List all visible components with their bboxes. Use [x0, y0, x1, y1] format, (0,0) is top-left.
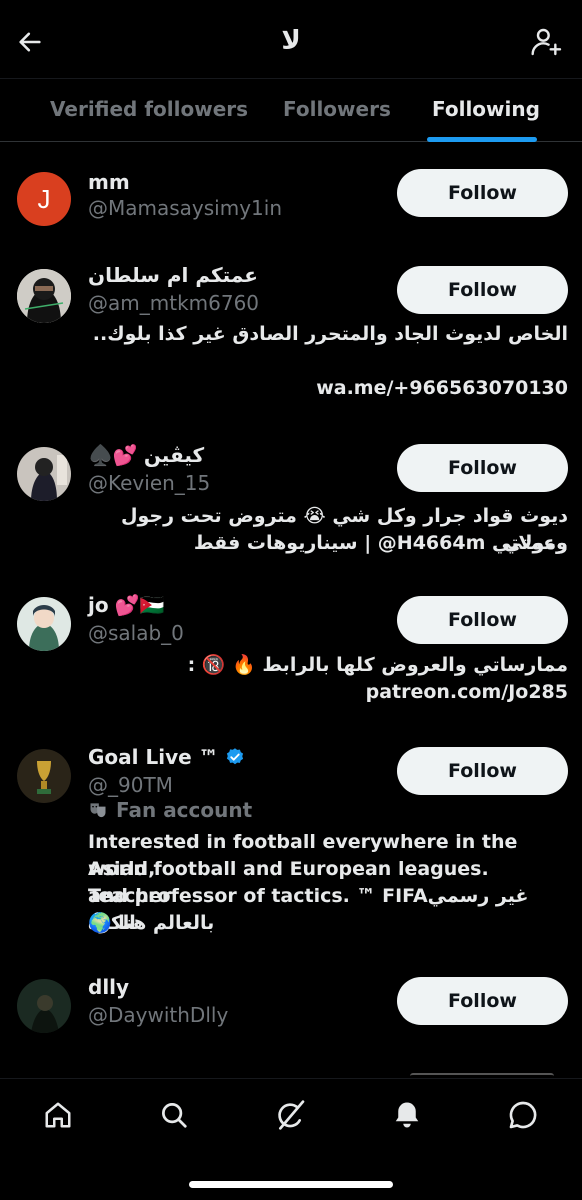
- user-bio: ومولاتي H4664m@ | سيناريوهات فقط: [193, 532, 568, 554]
- avatar[interactable]: [17, 749, 71, 803]
- user-name: jo 💕🇯🇴: [88, 593, 165, 617]
- nav-messages[interactable]: [501, 1093, 545, 1137]
- avatar[interactable]: [17, 597, 71, 651]
- active-tab-indicator: [427, 137, 537, 142]
- avatar[interactable]: [17, 447, 71, 501]
- nav-home[interactable]: [36, 1093, 80, 1137]
- user-bio: الخاص لديوث الجاد والمتحرر الصادق غير كذ…: [92, 323, 568, 345]
- user-bio: ممارساتي والعروض كلها بالرابط 🔥 🔞 :: [187, 654, 568, 676]
- user-handle: @_90TM: [88, 773, 173, 797]
- theater-masks-icon: [90, 803, 106, 818]
- user-bio: 🌍 بالعالم هنا: [88, 912, 215, 934]
- fan-account-label: Fan account: [88, 798, 252, 822]
- user-handle: @Kevien_15: [88, 471, 211, 495]
- user-name: dlly: [88, 975, 130, 999]
- avatar[interactable]: [17, 269, 71, 323]
- user-bio-link[interactable]: patreon.com/Jo285: [88, 679, 568, 706]
- top-app-bar: لا: [0, 0, 582, 78]
- user-name: Goal Live ™: [88, 745, 245, 769]
- nav-notifications[interactable]: [385, 1093, 429, 1137]
- add-user-button[interactable]: [524, 20, 568, 64]
- user-name: عمتكم ام سلطان: [88, 263, 258, 287]
- user-bio-link[interactable]: wa.me/+966563070130: [88, 375, 568, 402]
- grok-icon: [278, 1100, 305, 1130]
- user-row-goal-live[interactable]: Goal Live ™ @_90TM Fan account Follow In…: [0, 735, 582, 950]
- follow-button[interactable]: Follow: [397, 977, 568, 1025]
- verified-badge-icon: [225, 747, 245, 767]
- home-icon: [45, 1102, 71, 1128]
- nav-search[interactable]: [152, 1093, 196, 1137]
- tab-followers[interactable]: Followers: [283, 97, 391, 121]
- user-handle: @DaywithDlly: [88, 1003, 229, 1027]
- follow-button[interactable]: Follow: [397, 444, 568, 492]
- home-indicator[interactable]: [189, 1181, 393, 1188]
- tab-following[interactable]: Following: [432, 97, 540, 121]
- user-name: mm: [88, 170, 130, 194]
- follow-button[interactable]: Follow: [397, 596, 568, 644]
- person-add-icon: [531, 28, 562, 56]
- user-name: ♠️💕 كيڤين: [88, 443, 205, 467]
- follow-button[interactable]: Follow: [397, 169, 568, 217]
- search-icon: [162, 1103, 187, 1128]
- nav-grok[interactable]: [269, 1093, 313, 1137]
- user-row-kevien-15[interactable]: ♠️💕 كيڤين @Kevien_15 Follow ديوث قواد جرا…: [0, 435, 582, 565]
- user-handle: @Mamasaysimy1in: [88, 196, 283, 220]
- messages-icon: [509, 1101, 537, 1129]
- notifications-bell-icon: [395, 1102, 419, 1128]
- tab-bar: Verified followers Followers Following: [0, 78, 582, 142]
- user-row-dlly[interactable]: dlly @DaywithDlly Follow: [0, 965, 582, 1055]
- user-row-salab-0[interactable]: jo 💕🇯🇴 @salab_0 Follow ممارساتي والعروض ك…: [0, 585, 582, 715]
- user-row-mm[interactable]: J mm @Mamasaysimy1in Follow: [0, 160, 582, 250]
- page-title: لا: [281, 26, 301, 56]
- follow-button[interactable]: Follow: [397, 747, 568, 795]
- user-row-am-mtkm6760[interactable]: عمتكم ام سلطان @am_mtkm6760 Follow الخاص…: [0, 255, 582, 425]
- tab-verified-followers[interactable]: Verified followers: [50, 97, 248, 121]
- avatar[interactable]: [17, 979, 71, 1033]
- user-handle: @salab_0: [88, 621, 184, 645]
- avatar[interactable]: J: [17, 172, 71, 226]
- user-handle: @am_mtkm6760: [88, 291, 260, 315]
- follow-button[interactable]: Follow: [397, 266, 568, 314]
